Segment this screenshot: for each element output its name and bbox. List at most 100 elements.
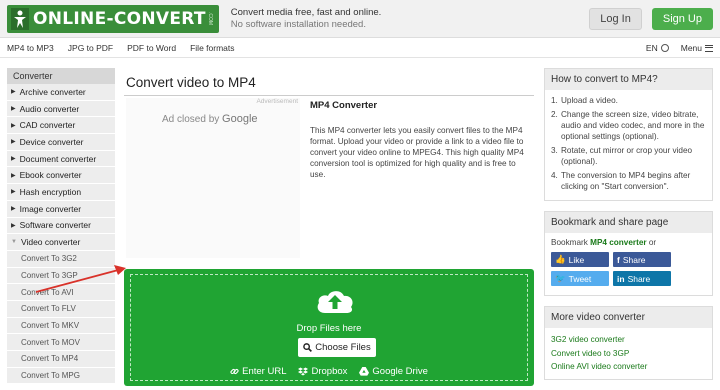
bookmark-line: Bookmark MP4 converter or [551,238,657,247]
sidebar-item-device[interactable]: ▶ Device converter [7,134,115,151]
list-item: 1. Upload a video. [551,96,618,105]
site-header: ONLINE-CONVERT .COM Convert media free, … [0,0,720,38]
logo-suffix: .COM [206,11,213,26]
bookmark-heading: Bookmark and share page [545,212,712,233]
tagline-line-2: No software installation needed. [230,18,366,30]
sidebar-item-document[interactable]: ▶ Document converter [7,150,115,168]
dropbox-link[interactable]: Dropbox [298,366,347,377]
choose-files-button[interactable]: Choose Files [298,338,376,357]
tweet-button[interactable]: 🐦 Tweet [551,271,609,286]
sidebar-subitem-mpg[interactable]: Convert To MPG [7,367,115,385]
enter-url-label: Enter URL [242,366,287,377]
top-nav: MP4 to MP3 JPG to PDF PDF to Word File f… [0,38,720,58]
caret-right-icon: ▶ [11,189,16,196]
facebook-like-button[interactable]: 👍 Like [551,252,609,267]
caret-right-icon: ▶ [11,139,16,146]
sidebar-subitem-mov[interactable]: Convert To MOV [7,334,115,351]
language-label: EN [645,42,658,53]
nav-link-mp4-to-mp3[interactable]: MP4 to MP3 [7,43,54,53]
nav-link-pdf-to-word[interactable]: PDF to Word [127,43,176,53]
choose-files-label: Choose Files [315,342,371,353]
dropbox-icon [298,367,309,376]
ad-closed-brand: Google [222,113,258,125]
bookmark-link[interactable]: MP4 converter [590,238,646,247]
enter-url-link[interactable]: Enter URL [230,366,286,377]
bookmark-box: Bookmark and share page Bookmark MP4 con… [544,211,713,296]
google-drive-link[interactable]: Google Drive [359,366,428,377]
globe-icon [660,44,669,53]
facebook-icon: f [617,254,620,265]
how-to-steps: 1. Upload a video. 2. Change the screen si… [545,90,712,200]
tagline-line-1: Convert media free, fast and online. [230,6,382,18]
thumbs-up-icon: 👍 [555,254,566,264]
site-logo[interactable]: ONLINE-CONVERT .COM [7,4,219,33]
sidebar-item-ebook[interactable]: ▶ Ebook converter [7,167,115,185]
sidebar-item-hash[interactable]: ▶ Hash encryption [7,184,115,201]
linkedin-icon: in [617,273,625,284]
sidebar-item-audio[interactable]: ▶ Audio converter [7,100,115,118]
more-link-3gp[interactable]: Convert video to 3GP [551,347,706,361]
login-button[interactable]: Log In [589,7,642,30]
ad-closed-text: Ad closed by Google [162,113,258,125]
caret-right-icon: ▶ [11,222,16,229]
caret-right-icon: ▶ [11,106,16,113]
more-converters-heading: More video converter [545,307,712,328]
sidebar-subitem-mkv[interactable]: Convert To MKV [7,317,115,335]
google-drive-icon [359,367,370,376]
red-arrow-annotation [35,265,126,293]
more-link-3g2[interactable]: 3G2 video converter [551,333,706,347]
hamburger-icon [705,44,713,52]
sidebar-item-label: Device converter [19,136,84,147]
page-title: Convert video to MP4 [124,68,534,96]
cloud-upload-icon [317,291,353,313]
ad-slot: Advertisement Ad closed by Google [126,98,300,258]
google-drive-label: Google Drive [372,366,428,377]
sidebar-subitem-flv[interactable]: Convert To FLV [7,300,115,318]
more-link-avi[interactable]: Online AVI video converter [551,360,706,374]
sidebar-item-label: CAD converter [19,120,76,131]
list-item: 2. Change the screen size, video bitrate,… [551,110,705,141]
sidebar-item-archive[interactable]: ▶ Archive converter [7,84,115,101]
dropbox-label: Dropbox [311,366,348,377]
main-content: Convert video to MP4 Advertisement Ad cl… [124,68,534,386]
right-column: How to convert to MP4? 1. Upload a video.… [544,68,713,390]
caret-right-icon: ▶ [11,122,16,129]
list-item: 3. Rotate, cut mirror or crop your video … [551,146,693,166]
caret-right-icon: ▶ [11,206,16,213]
sidebar-item-label: Document converter [19,153,97,164]
ad-closed-prefix: Ad closed by [162,114,220,125]
logo-text: ONLINE-CONVERT [33,8,206,29]
menu-label: Menu [680,42,702,53]
drop-files-text: Drop Files here [296,323,362,334]
dropzone-border: Drop Files here Choose Files Enter URL D… [130,274,528,381]
more-converters-box: More video converter 3G2 video converter… [544,306,713,380]
nav-link-jpg-to-pdf[interactable]: JPG to PDF [68,43,113,53]
sidebar-item-label: Archive converter [19,86,86,97]
search-icon [303,343,313,352]
sidebar-item-label: Video converter [20,237,81,248]
caret-right-icon: ▶ [11,89,16,96]
upload-dropzone[interactable]: Drop Files here Choose Files Enter URL D… [124,269,534,386]
converter-sidebar: Converter ▶ Archive converter ▶ Audio conv… [7,68,115,385]
sidebar-item-video[interactable]: ▼ Video converter [7,234,115,251]
ad-label: Advertisement [256,98,298,105]
sidebar-item-label: Image converter [19,203,82,214]
linkedin-share-button[interactable]: in Share [613,271,671,286]
nav-link-file-formats[interactable]: File formats [190,43,234,53]
sidebar-item-label: Ebook converter [19,170,82,181]
converter-description: MP4 Converter This MP4 converter lets yo… [310,98,532,258]
signup-button[interactable]: Sign Up [651,7,713,30]
language-selector[interactable]: EN [646,43,669,53]
link-icon [230,368,239,375]
how-to-box: How to convert to MP4? 1. Upload a video.… [544,68,713,201]
menu-button[interactable]: Menu [681,43,713,53]
sidebar-item-cad[interactable]: ▶ CAD converter [7,117,115,135]
sidebar-item-software[interactable]: ▶ Software converter [7,217,115,235]
facebook-share-button[interactable]: f Share [613,252,671,267]
how-to-heading: How to convert to MP4? [545,69,712,90]
sidebar-item-label: Hash encryption [19,186,82,197]
sidebar-subitem-mp4[interactable]: Convert To MP4 [7,351,115,368]
sidebar-item-label: Audio converter [19,103,80,114]
sidebar-item-image[interactable]: ▶ Image converter [7,200,115,218]
tagline: Convert media free, fast and online. No … [231,7,382,31]
